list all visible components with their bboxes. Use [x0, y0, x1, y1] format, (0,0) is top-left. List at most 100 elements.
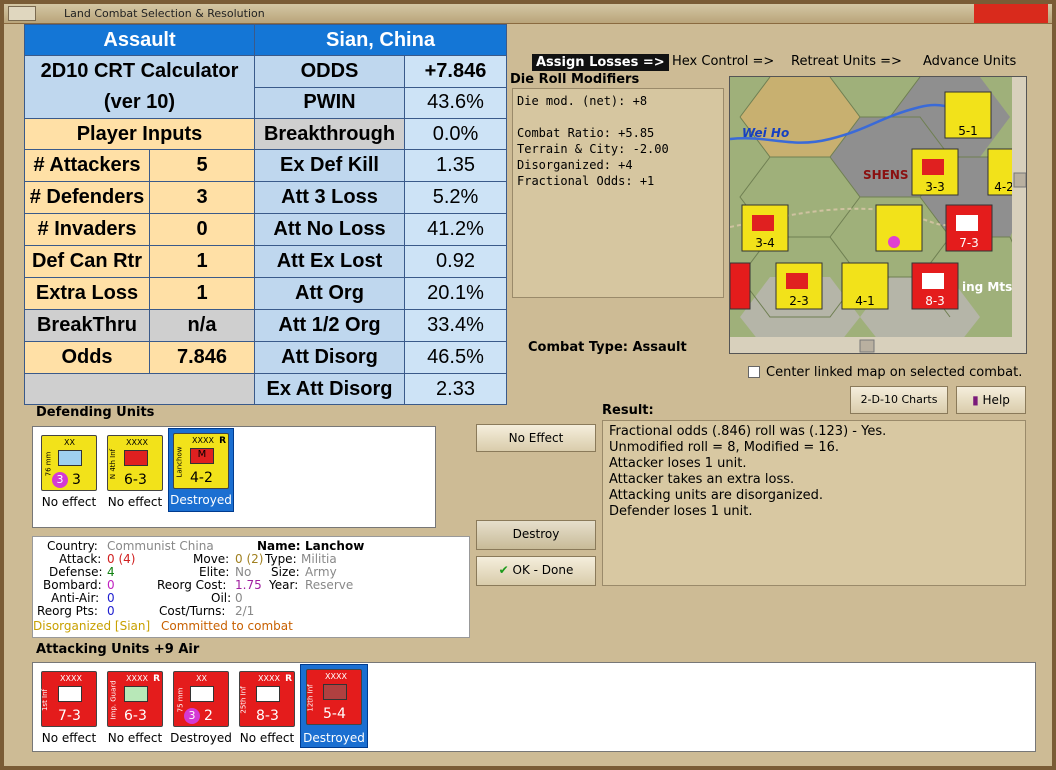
help-button[interactable]: ▮ Help	[956, 386, 1026, 414]
map-counter-strength: 2-3	[789, 294, 809, 308]
committed-status: Committed to combat	[161, 619, 293, 633]
result-value: 0.0%	[404, 118, 507, 150]
destroy-button[interactable]: Destroy	[476, 520, 596, 550]
unit-status: No effect	[41, 495, 97, 509]
unit-strength: 3	[72, 472, 81, 488]
ok-label: OK - Done	[512, 563, 574, 577]
map-scroll-thumb[interactable]	[859, 339, 875, 353]
militia-symbol-icon: M	[190, 448, 214, 464]
infantry-symbol-icon	[323, 684, 347, 700]
unit-mark: R	[285, 674, 292, 684]
defending-title: Defending Units	[36, 405, 155, 420]
window-title: Land Combat Selection & Resolution	[64, 7, 265, 20]
input-value[interactable]: 3	[150, 182, 254, 213]
info-value: 0	[107, 604, 115, 618]
player-inputs-label: Player Inputs	[24, 118, 255, 150]
input-value[interactable]: 5	[150, 150, 254, 181]
window-menu-icon[interactable]	[8, 6, 36, 21]
map-counter-strength: 8-3	[925, 294, 945, 308]
input-row: # Defenders 3	[24, 181, 255, 214]
checkbox-box[interactable]	[748, 366, 760, 378]
attacking-unit-selected[interactable]: XXXX 12th Inf 5-4 Destroyed	[300, 664, 368, 748]
input-value[interactable]: 1	[150, 278, 254, 309]
info-label: Reorg Pts:	[37, 604, 98, 618]
result-line: Fractional odds (.846) roll was (.123) -…	[609, 424, 887, 439]
input-row: Extra Loss 1	[24, 277, 255, 310]
result-value: 2.33	[404, 373, 507, 405]
map-river-label: Wei Ho	[742, 126, 789, 140]
input-label: # Attackers	[25, 150, 150, 181]
tab-retreat-units[interactable]: Retreat Units =>	[791, 54, 902, 69]
tab-advance-units[interactable]: Advance Units	[923, 54, 1016, 69]
input-value: n/a	[187, 314, 217, 336]
info-value: Reserve	[305, 578, 354, 592]
calc-header-left: Assault	[24, 24, 255, 56]
ok-done-button[interactable]: ✔ OK - Done	[476, 556, 596, 586]
unit-circle-value: 3	[52, 472, 68, 488]
defending-unit[interactable]: XX 76 mm 3 3 No effect	[37, 433, 101, 513]
unit-strength: 6-3	[124, 708, 147, 724]
calc-title-line1: 2D10 CRT Calculator	[40, 60, 239, 82]
input-label: BreakThru	[25, 310, 150, 341]
result-title: Result:	[602, 403, 654, 418]
unit-size: XXXX	[126, 438, 148, 447]
tab-assign-losses[interactable]: Assign Losses =>	[532, 54, 669, 71]
result-label: PWIN	[254, 86, 405, 119]
result-label: Att Disorg	[254, 341, 405, 374]
attacking-unit[interactable]: XX 75 mm 3 2 Destroyed	[169, 669, 233, 749]
calc-title: 2D10 CRT Calculator (ver 10)	[24, 55, 255, 119]
unit-size: XXXX	[192, 436, 214, 445]
unit-size: XX	[196, 674, 207, 683]
result-label: Att No Loss	[254, 213, 405, 246]
map-counter-strength: 3-4	[755, 236, 775, 250]
map-counter-strength: 4-2	[994, 180, 1014, 194]
checkmark-icon: ✔	[498, 563, 509, 577]
map-counter-symbol	[922, 159, 944, 175]
infantry-symbol-icon	[124, 450, 148, 466]
attacking-unit[interactable]: XXXX R 25th Inf 8-3 No effect	[235, 669, 299, 749]
attacking-units-list: XXXX 1st Inf 7-3 No effect XXXX R Imp. G…	[32, 662, 1036, 752]
defending-unit[interactable]: XXXX N 4th Inf 6-3 No effect	[103, 433, 167, 513]
no-effect-button[interactable]: No Effect	[476, 424, 596, 452]
attacking-unit[interactable]: XXXX 1st Inf 7-3 No effect	[37, 669, 101, 749]
unit-counter: XXXX R 25th Inf 8-3	[239, 671, 295, 727]
unit-counter: XXXX 12th Inf 5-4	[306, 669, 362, 725]
close-button[interactable]	[974, 4, 1048, 23]
map-scrollbar-v[interactable]	[1012, 77, 1027, 337]
mini-map[interactable]: Wei Ho SHENS ing Mts 5-1 3-3 4-2 3-4 7-3…	[729, 76, 1027, 354]
input-label: # Invaders	[25, 214, 150, 245]
defending-unit-selected[interactable]: XXXX R Lanchow M 4-2 Destroyed	[168, 428, 234, 512]
die-roll-text: Die mod. (net): +8 Combat Ratio: +5.85 T…	[512, 88, 724, 298]
help-label: Help	[982, 393, 1010, 407]
result-value: 41.2%	[404, 213, 507, 246]
result-value: 20.1%	[404, 277, 507, 310]
map-counter-symbol	[752, 215, 774, 231]
crt-calculator: Assault Sian, China 2D10 CRT Calculator (…	[24, 24, 507, 405]
charts-button[interactable]: 2-D-10 Charts	[850, 386, 948, 414]
result-value: 33.4%	[404, 309, 507, 342]
result-line: Attacker loses 1 unit.	[609, 456, 747, 471]
input-value[interactable]: 1	[150, 246, 254, 277]
die-roll-modifiers: Die Roll Modifiers Die mod. (net): +8 Co…	[510, 72, 724, 298]
map-scroll-thumb-v[interactable]	[1013, 172, 1026, 188]
unit-status: Destroyed	[170, 493, 232, 507]
unit-size: XXXX	[60, 674, 82, 683]
tab-hex-control[interactable]: Hex Control =>	[672, 54, 774, 69]
map-counter	[730, 262, 751, 310]
unit-size: XX	[64, 438, 75, 447]
input-row: # Invaders 0	[24, 213, 255, 246]
calc-title-line2: (ver 10)	[103, 91, 176, 113]
attacking-unit[interactable]: XXXX R Imp. Guard 6-3 No effect	[103, 669, 167, 749]
map-mts-label: ing Mts	[962, 280, 1012, 294]
center-map-checkbox[interactable]: Center linked map on selected combat.	[748, 365, 1022, 380]
input-label: # Defenders	[25, 182, 150, 213]
map-scrollbar-h[interactable]	[730, 337, 1027, 354]
input-value[interactable]: 0	[150, 214, 254, 245]
input-label: Extra Loss	[25, 278, 150, 309]
info-label: Cost/Turns:	[159, 604, 226, 618]
infantry-symbol-icon	[256, 686, 280, 702]
map-city-label: SHENS	[863, 168, 909, 182]
unit-status: No effect	[239, 731, 295, 745]
result-label: ODDS	[254, 55, 405, 88]
unit-name: N 4th Inf	[109, 448, 118, 480]
